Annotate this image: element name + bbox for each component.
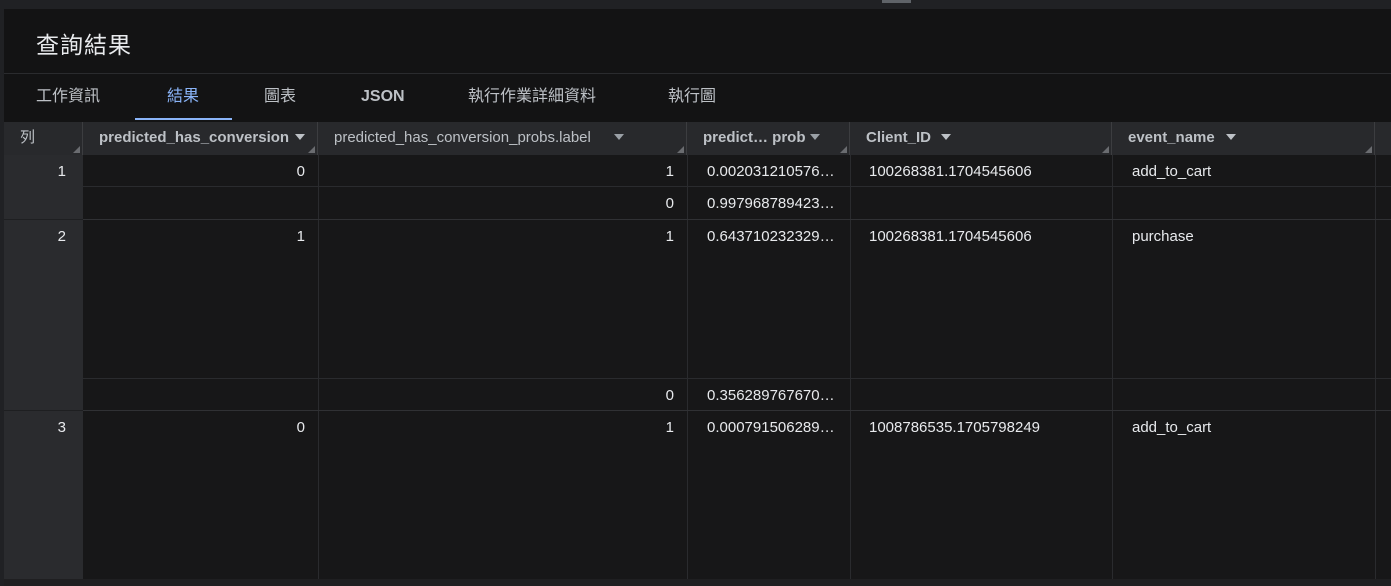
cell-event-name[interactable]: purchase <box>1132 228 1194 246</box>
cell-prob[interactable]: 0.643710232329… <box>707 228 835 246</box>
row-number: 1 <box>57 163 66 180</box>
row-number-column: 1 2 3 <box>4 155 83 586</box>
row-divider <box>83 219 1391 220</box>
table-header: 列 predicted_has_conversion predicted_has… <box>4 122 1391 155</box>
sort-arrow-icon[interactable] <box>1226 134 1236 140</box>
row-number: 2 <box>57 228 66 245</box>
cell-probs-label[interactable]: 1 <box>319 419 674 437</box>
column-header-label: Client_ID <box>866 129 932 146</box>
results-table: 列 predicted_has_conversion predicted_has… <box>4 122 1391 586</box>
active-tab-indicator <box>135 118 232 120</box>
cell-predicted-has-conversion[interactable]: 0 <box>83 163 305 181</box>
cell-probs-label[interactable]: 0 <box>319 195 674 213</box>
row-divider <box>4 410 83 411</box>
tab-chart[interactable]: 圖表 <box>264 74 296 119</box>
column-header-label: event_name <box>1128 129 1215 146</box>
sort-arrow-icon[interactable] <box>810 134 820 140</box>
top-strip <box>0 0 1391 9</box>
table-body: 0 1 0.002031210576… 100268381.1704545606… <box>83 155 1391 586</box>
tab-json[interactable]: JSON <box>361 74 405 119</box>
column-header-client-id[interactable]: Client_ID <box>850 122 1112 155</box>
column-resize-handle[interactable] <box>73 146 80 153</box>
query-results-panel: 查詢結果 工作資訊 結果 圖表 JSON 執行作業詳細資料 執行圖 列 pred… <box>4 9 1391 586</box>
column-resize-handle[interactable] <box>840 146 847 153</box>
row-number-header: 列 <box>4 122 83 155</box>
column-header-event-name[interactable]: event_name <box>1112 122 1375 155</box>
cell-predicted-has-conversion[interactable]: 1 <box>83 228 305 246</box>
subrow-divider <box>83 378 1391 379</box>
sort-arrow-icon[interactable] <box>295 134 305 140</box>
cell-client-id[interactable]: 100268381.1704545606 <box>869 163 1032 181</box>
sort-arrow-icon[interactable] <box>941 134 951 140</box>
column-resize-handle[interactable] <box>1365 146 1372 153</box>
page-title: 查詢結果 <box>36 32 132 58</box>
cell-event-name[interactable]: add_to_cart <box>1132 419 1211 437</box>
cell-probs-label[interactable]: 0 <box>319 387 674 405</box>
cell-probs-label[interactable]: 1 <box>319 228 674 246</box>
column-header-prob[interactable]: predict… prob <box>687 122 850 155</box>
row-number-header-label: 列 <box>20 129 36 146</box>
column-header-predicted-has-conversion[interactable]: predicted_has_conversion <box>83 122 318 155</box>
cell-prob[interactable]: 0.002031210576… <box>707 163 835 181</box>
column-header-label: predict… prob <box>703 129 806 146</box>
tab-results[interactable]: 結果 <box>167 74 199 119</box>
tab-bar: 工作資訊 結果 圖表 JSON 執行作業詳細資料 執行圖 <box>4 74 1391 121</box>
cell-prob[interactable]: 0.356289767670… <box>707 387 835 405</box>
subrow-divider <box>83 186 1391 187</box>
tab-job-info[interactable]: 工作資訊 <box>36 74 100 119</box>
cell-client-id[interactable]: 1008786535.1705798249 <box>869 419 1040 437</box>
cell-probs-label[interactable]: 1 <box>319 163 674 181</box>
tab-execution-graph[interactable]: 執行圖 <box>668 74 716 119</box>
tab-execution-details[interactable]: 執行作業詳細資料 <box>468 74 596 119</box>
column-header-probs-label[interactable]: predicted_has_conversion_probs.label <box>318 122 687 155</box>
column-resize-handle[interactable] <box>308 146 315 153</box>
column-header-label: predicted_has_conversion_probs.label <box>334 129 591 146</box>
column-resize-handle[interactable] <box>677 146 684 153</box>
cell-predicted-has-conversion[interactable]: 0 <box>83 419 305 437</box>
column-resize-handle[interactable] <box>1102 146 1109 153</box>
horizontal-scrollbar[interactable] <box>4 579 1391 586</box>
sort-arrow-icon[interactable] <box>614 134 624 140</box>
drag-handle[interactable] <box>882 0 911 3</box>
row-number: 3 <box>57 419 66 436</box>
column-header-label: predicted_has_conversion <box>99 129 290 146</box>
cell-prob[interactable]: 0.000791506289… <box>707 419 835 437</box>
row-divider <box>4 219 83 220</box>
cell-event-name[interactable]: add_to_cart <box>1132 163 1211 181</box>
row-divider <box>83 410 1391 411</box>
cell-prob[interactable]: 0.997968789423… <box>707 195 835 213</box>
cell-client-id[interactable]: 100268381.1704545606 <box>869 228 1032 246</box>
